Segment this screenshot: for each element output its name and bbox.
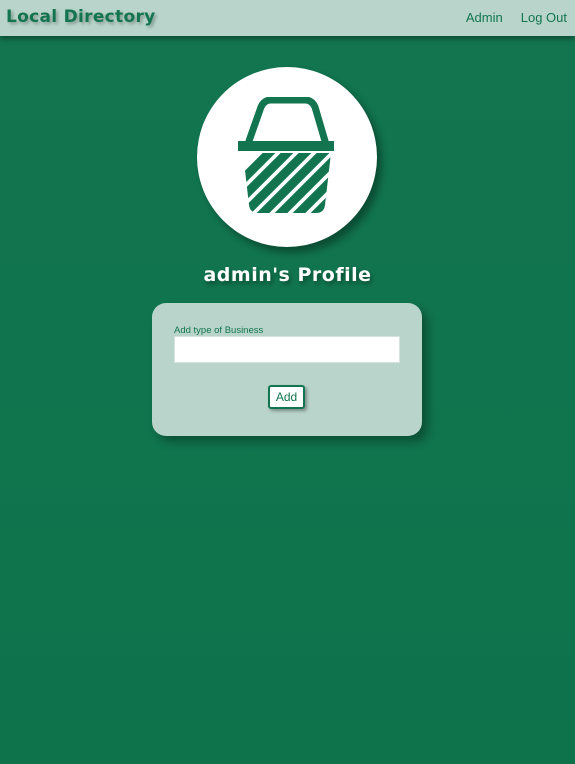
add-business-type-card: Add type of Business Add [152,303,422,436]
nav-link-log-out[interactable]: Log Out [521,10,567,25]
profile-title: admin's Profile [203,264,372,286]
profile-avatar [197,67,377,247]
nav-links: Admin Log Out [466,10,567,25]
business-type-label: Add type of Business [174,325,264,336]
top-navbar: Local Directory Admin Log Out [0,0,575,36]
nav-link-admin[interactable]: Admin [466,10,503,25]
brand-link[interactable]: Local Directory [6,7,156,27]
add-button[interactable]: Add [268,385,305,409]
shopping-basket-icon [238,97,334,213]
business-type-input[interactable] [174,336,400,363]
